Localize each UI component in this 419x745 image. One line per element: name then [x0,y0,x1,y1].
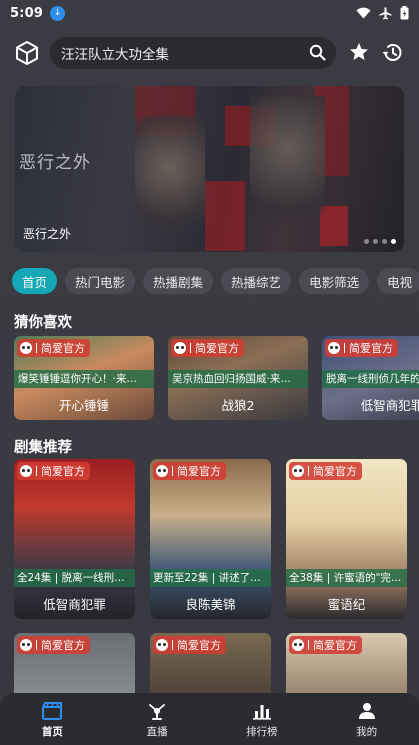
card-title: 低智商犯罪 [43,597,106,612]
nav-home[interactable]: 首页 [0,693,105,745]
panda-icon [292,639,304,651]
panda-icon [20,465,32,477]
airplane-icon [379,7,392,19]
official-badge: 简爱官方 [17,636,90,654]
banner-title: 恶行之外 [23,227,72,241]
tab-hot-movies[interactable]: 热门电影 [65,268,136,294]
tab-hot-series[interactable]: 热播剧集 [143,268,214,294]
card-description: 全38集 | 许蜜语的"完… [286,569,407,587]
card-title: 战狼2 [221,398,255,413]
guess-card[interactable]: 简爱官方 脱离一线刑侦几年的 低智商犯罪 [322,336,419,420]
tab-hot-variety[interactable]: 热播综艺 [221,268,292,294]
card-title: 良陈美锦 [185,597,236,612]
star-icon[interactable] [349,42,369,62]
category-tabs: 首页 热门电影 热播剧集 热播综艺 电影筛选 电视 [12,268,419,294]
card-description: 更新至22集 | 讲述了… [150,569,271,587]
nav-live[interactable]: 直播 [105,693,210,745]
panda-icon [20,639,32,651]
panda-icon [20,342,32,354]
tab-tv[interactable]: 电视 [377,268,419,294]
panda-icon [328,342,340,354]
tab-movie-filter[interactable]: 电影筛选 [299,268,370,294]
nav-label: 我的 [356,726,378,738]
pagination-dot [364,239,369,244]
guess-row: 简爱官方 爆笑锤锤逗你开心！·来… 开心锤锤 简爱官方 吴京热血回归扬国威·来…… [14,336,419,420]
nav-label: 排行榜 [246,726,278,738]
top-header: 汪汪队立大功全集 [0,36,419,70]
nav-ranking[interactable]: 排行榜 [210,693,315,745]
card-description: 吴京热血回归扬国威·来… [168,370,308,388]
wifi-icon [356,7,371,19]
official-badge: 简爱官方 [153,636,226,654]
search-input[interactable]: 汪汪队立大功全集 [61,43,169,63]
nav-label: 首页 [41,726,63,738]
download-icon: ↓ [50,5,66,21]
drama-card[interactable]: 简爱官方 更新至22集 | 讲述了… 良陈美锦 [150,459,271,619]
panda-icon [292,465,304,477]
panda-icon [174,342,186,354]
status-bar: 5:09 ↓ [0,0,419,26]
card-title: 开心锤锤 [58,398,109,413]
official-badge: 简爱官方 [289,636,362,654]
banner-pagination [364,239,396,244]
official-badge: 简爱官方 [289,462,362,480]
tab-home[interactable]: 首页 [12,268,58,294]
panda-icon [156,465,168,477]
official-badge: 简爱官方 [17,462,90,480]
official-badge: 简爱官方 [171,339,244,357]
section-title-guess: 猜你喜欢 [14,315,72,331]
pagination-dot-active [391,239,396,244]
card-description: 爆笑锤锤逗你开心！·来… [14,370,154,388]
official-badge: 简爱官方 [17,339,90,357]
search-bar[interactable]: 汪汪队立大功全集 [50,37,336,69]
section-title-drama: 剧集推荐 [14,440,72,456]
hero-banner[interactable]: 恶行之外 恶行之外 [15,86,404,252]
card-description: 全24集 | 脱离一线刑… [14,569,135,587]
panda-icon [156,639,168,651]
guess-card[interactable]: 简爱官方 吴京热血回归扬国威·来… 战狼2 [168,336,308,420]
drama-grid: 简爱官方 全24集 | 脱离一线刑… 低智商犯罪 简爱官方 更新至22集 | 讲… [14,459,409,619]
official-badge: 简爱官方 [153,462,226,480]
drama-card[interactable]: 简爱官方 全38集 | 许蜜语的"完… 蜜语纪 [286,459,407,619]
bottom-nav: 首页 直播 排行榜 我的 [0,693,419,745]
box-icon[interactable] [14,40,40,66]
pagination-dot [373,239,378,244]
search-icon[interactable] [309,44,326,61]
nav-profile[interactable]: 我的 [314,693,419,745]
card-title: 低智商犯罪 [360,398,419,413]
status-icons [356,6,409,20]
live-icon [149,704,166,720]
clapperboard-icon [42,702,63,720]
status-time: 5:09 [10,5,44,21]
person-icon [358,703,375,719]
official-badge: 简爱官方 [325,339,398,357]
battery-icon [400,6,409,20]
chart-icon [252,705,271,720]
nav-label: 直播 [146,726,168,738]
card-description: 脱离一线刑侦几年的 [322,370,419,388]
banner-watermark: 恶行之外 [19,153,91,173]
history-icon[interactable] [381,41,404,64]
card-title: 蜜语纪 [327,597,366,612]
drama-card[interactable]: 简爱官方 全24集 | 脱离一线刑… 低智商犯罪 [14,459,135,619]
guess-card[interactable]: 简爱官方 爆笑锤锤逗你开心！·来… 开心锤锤 [14,336,154,420]
pagination-dot [382,239,387,244]
